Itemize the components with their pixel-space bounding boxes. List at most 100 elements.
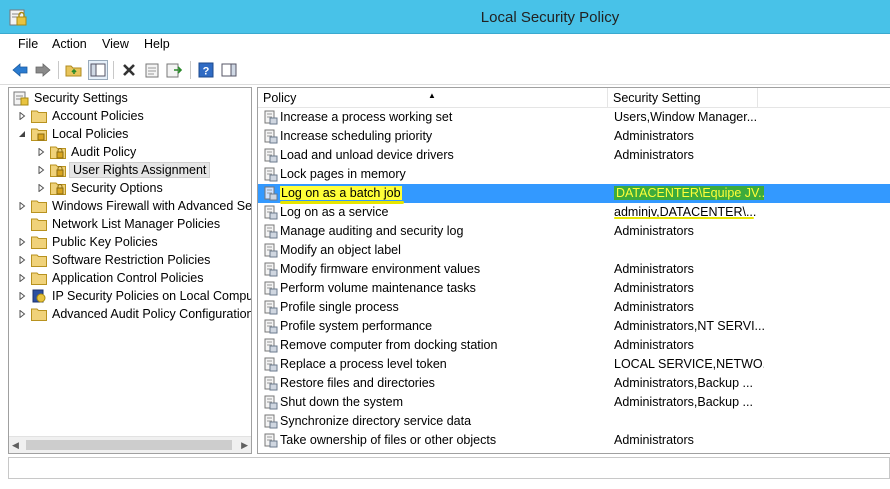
policy-icon — [264, 129, 278, 144]
highlight-underline — [614, 217, 754, 219]
ip-security-icon — [32, 289, 46, 303]
tree-item[interactable]: Application Control Policies — [17, 269, 205, 287]
tree-item-label: Local Policies — [52, 127, 129, 141]
collapsed-chevron-icon[interactable] — [17, 237, 27, 247]
policy-row[interactable]: Synchronize directory service data — [258, 412, 890, 431]
policy-setting: Administrators — [614, 148, 694, 162]
scroll-left-icon[interactable]: ◀ — [12, 440, 19, 451]
show-hide-tree-icon[interactable] — [88, 60, 108, 80]
folder-icon — [31, 254, 47, 267]
menu-file[interactable]: File — [18, 37, 38, 51]
show-action-pane-icon[interactable] — [219, 60, 239, 80]
properties-icon[interactable] — [142, 60, 162, 80]
policy-setting: Administrators — [614, 281, 694, 295]
tree-item[interactable]: Windows Firewall with Advanced Secu — [17, 197, 251, 215]
policy-name: Manage auditing and security log — [280, 224, 464, 238]
policy-row[interactable]: Take ownership of files or other objects… — [258, 431, 890, 450]
tree-item[interactable]: Public Key Policies — [17, 233, 160, 251]
menu-view[interactable]: View — [102, 37, 129, 51]
policy-row[interactable]: Shut down the system Administrators,Backu… — [258, 393, 890, 412]
collapsed-chevron-icon[interactable] — [17, 255, 27, 265]
tree-item[interactable]: User Rights Assignment — [36, 161, 211, 179]
policy-row[interactable]: Modify an object label — [258, 241, 890, 260]
menu-help[interactable]: Help — [144, 37, 170, 51]
tree-item-label: Application Control Policies — [52, 271, 204, 285]
policy-icon — [264, 433, 278, 448]
up-folder-icon[interactable] — [64, 60, 84, 80]
collapsed-chevron-icon[interactable] — [17, 273, 27, 283]
policy-setting: Users,Window Manager... — [614, 110, 758, 124]
tree-pane[interactable]: Security Settings Account Policies Local … — [8, 87, 252, 454]
collapsed-chevron-icon[interactable] — [36, 165, 46, 175]
policy-row[interactable]: Remove computer from docking station Admi… — [258, 336, 890, 355]
title-bar[interactable]: Local Security Policy — [0, 0, 890, 34]
policy-icon — [264, 395, 278, 410]
folder-icon — [31, 110, 47, 123]
policy-row[interactable]: Lock pages in memory — [258, 165, 890, 184]
back-icon[interactable] — [10, 60, 30, 80]
scroll-thumb[interactable] — [26, 440, 232, 450]
tree-item-label: IP Security Policies on Local Compute — [52, 289, 252, 303]
policy-row[interactable]: Modify firmware environment values Admini… — [258, 260, 890, 279]
tree-item[interactable]: Software Restriction Policies — [17, 251, 212, 269]
policy-icon — [264, 243, 278, 258]
menu-action[interactable]: Action — [52, 37, 87, 51]
tree-item-label: Software Restriction Policies — [52, 253, 211, 267]
collapsed-chevron-icon[interactable] — [17, 201, 27, 211]
tree-horizontal-scrollbar[interactable]: ◀ ▶ — [9, 436, 251, 453]
no-expander — [17, 219, 27, 229]
policy-name: Increase a process working set — [280, 110, 453, 124]
policy-row[interactable]: Profile system performance Administrators… — [258, 317, 890, 336]
policy-setting: Administrators,Backup ... — [614, 395, 753, 409]
forward-icon[interactable] — [33, 60, 53, 80]
policy-icon — [264, 224, 278, 239]
collapsed-chevron-icon[interactable] — [17, 309, 27, 319]
column-policy[interactable]: Policy ▲ — [258, 88, 608, 108]
policy-row[interactable]: Manage auditing and security log Administ… — [258, 222, 890, 241]
menu-bar: File Action View Help — [0, 34, 890, 55]
folder-icon — [31, 200, 47, 213]
policy-row[interactable]: Perform volume maintenance tasks Administ… — [258, 279, 890, 298]
policy-row[interactable]: Restore files and directories Administrat… — [258, 374, 890, 393]
scroll-right-icon[interactable]: ▶ — [241, 440, 248, 451]
collapsed-chevron-icon[interactable] — [17, 291, 27, 301]
policy-row[interactable]: Profile single process Administrators — [258, 298, 890, 317]
policy-name: Remove computer from docking station — [280, 338, 498, 352]
policy-row[interactable]: Increase scheduling priority Administrato… — [258, 127, 890, 146]
tree-item[interactable]: Local Policies — [17, 125, 130, 143]
help-icon[interactable]: ? — [196, 60, 216, 80]
tree-item[interactable]: Audit Policy — [36, 143, 138, 161]
tree-item-label: Account Policies — [52, 109, 144, 123]
security-settings-icon — [13, 91, 29, 106]
policy-row[interactable]: Log on as a service adminjv,DATACENTER\..… — [258, 203, 890, 222]
column-security-setting-label: Security Setting — [613, 91, 701, 105]
policy-row[interactable]: Increase a process working set Users,Wind… — [258, 108, 890, 127]
policy-name: Replace a process level token — [280, 357, 447, 371]
export-list-icon[interactable] — [165, 60, 185, 80]
window-title: Local Security Policy — [480, 9, 620, 26]
expanded-chevron-icon[interactable] — [17, 129, 27, 139]
tree-item[interactable]: Advanced Audit Policy Configuration — [17, 305, 251, 323]
policy-setting: Administrators,NT SERVI... — [614, 319, 764, 333]
collapsed-chevron-icon[interactable] — [36, 147, 46, 157]
column-security-setting[interactable]: Security Setting — [608, 88, 758, 108]
tree-item[interactable]: Security Options — [36, 179, 165, 197]
policy-setting: Administrators — [614, 338, 694, 352]
tree-root[interactable]: Security Settings — [13, 89, 130, 107]
collapsed-chevron-icon[interactable] — [17, 111, 27, 121]
policy-name: Restore files and directories — [280, 376, 435, 390]
tree-item[interactable]: Network List Manager Policies — [17, 215, 222, 233]
tree-item[interactable]: Account Policies — [17, 107, 146, 125]
policy-list-pane[interactable]: Policy ▲ Security Setting Increase a pro… — [257, 87, 890, 454]
delete-icon[interactable] — [119, 60, 139, 80]
locked-folder-open-icon — [31, 128, 47, 141]
tree-root-label: Security Settings — [34, 91, 128, 105]
policy-row[interactable]: Replace a process level token LOCAL SERVI… — [258, 355, 890, 374]
policy-icon — [264, 186, 278, 201]
tree-item[interactable]: IP Security Policies on Local Compute — [17, 287, 252, 305]
folder-icon — [31, 308, 47, 321]
policy-name: Shut down the system — [280, 395, 403, 409]
policy-row[interactable]: Load and unload device drivers Administra… — [258, 146, 890, 165]
collapsed-chevron-icon[interactable] — [36, 183, 46, 193]
policy-name: Modify an object label — [280, 243, 401, 257]
